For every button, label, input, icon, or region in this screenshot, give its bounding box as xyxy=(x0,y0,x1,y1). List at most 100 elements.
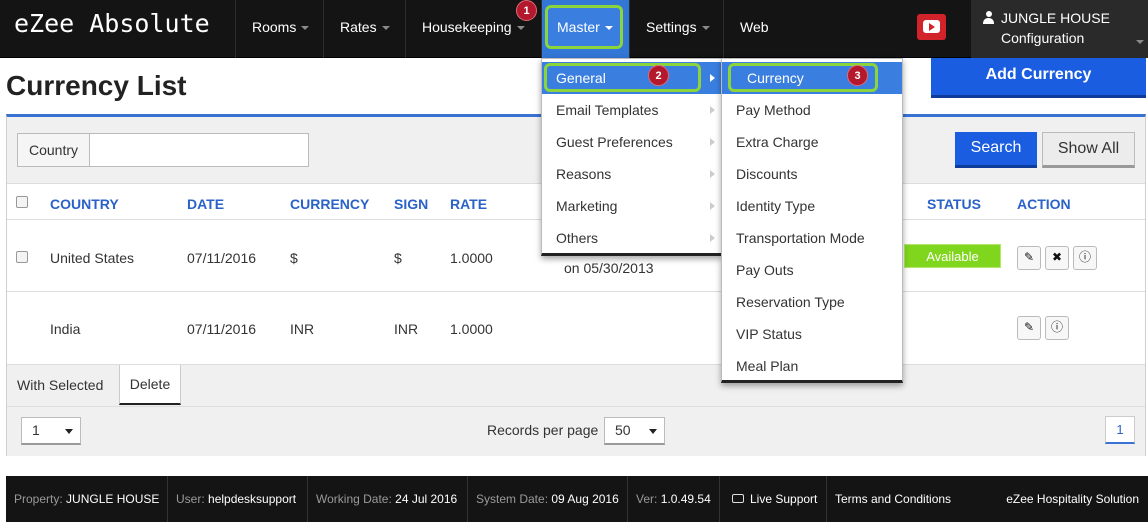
status-working-date: Working Date: 24 Jul 2016 xyxy=(308,476,468,522)
chevron-right-icon xyxy=(710,202,715,210)
col-sign[interactable]: SIGN xyxy=(394,196,428,212)
menu-item-discounts[interactable]: Discounts xyxy=(722,158,902,190)
col-country[interactable]: COUNTRY xyxy=(50,196,119,212)
nav-web-label: Web xyxy=(740,19,769,35)
chevron-down-icon xyxy=(65,429,73,434)
status-system-label: System Date: xyxy=(476,492,549,506)
cell-rate: 1.0000 xyxy=(450,321,493,337)
step-marker-1: 1 xyxy=(516,0,537,21)
nav-rooms[interactable]: Rooms xyxy=(235,0,323,58)
cell-currency: INR xyxy=(290,321,315,337)
nav-housekeeping-label: Housekeeping xyxy=(422,19,512,35)
info-icon[interactable]: ⓘ xyxy=(1073,246,1097,270)
cell-date: 07/11/2016 xyxy=(187,250,257,266)
cell-date: 07/11/2016 xyxy=(187,321,257,337)
status-property: Property: JUNGLE HOUSE xyxy=(6,476,168,522)
nav-web[interactable]: Web xyxy=(723,0,798,58)
show-all-button[interactable]: Show All xyxy=(1042,132,1135,168)
app-logo[interactable]: eZee Absolute xyxy=(14,9,210,38)
chevron-down-icon xyxy=(1136,40,1144,44)
col-action: ACTION xyxy=(1017,196,1071,212)
col-rate[interactable]: RATE xyxy=(450,196,487,212)
menu-item-others[interactable]: Others xyxy=(542,222,721,254)
cell-rate: 1.0000 xyxy=(450,250,493,266)
chevron-right-icon xyxy=(710,74,715,82)
user-name: JUNGLE HOUSE xyxy=(1001,10,1110,26)
menu-item-guest-preferences[interactable]: Guest Preferences xyxy=(542,126,721,158)
delete-button[interactable]: Delete xyxy=(119,365,181,405)
chevron-right-icon xyxy=(710,138,715,146)
chevron-right-icon xyxy=(710,170,715,178)
status-user-value: helpdesksupport xyxy=(208,492,297,506)
table-row: India 07/11/2016 INR INR 1.0000 ✎ ⓘ xyxy=(7,293,1145,365)
bulk-actions: With Selected Delete xyxy=(7,365,1145,407)
cell-currency: $ xyxy=(290,250,298,266)
chevron-right-icon xyxy=(710,234,715,242)
step-marker-3: 3 xyxy=(847,65,868,86)
menu-item-label: Marketing xyxy=(556,198,618,214)
cell-country: India xyxy=(50,321,81,337)
menu-item-extra-charge[interactable]: Extra Charge xyxy=(722,126,902,158)
records-per-page-select[interactable]: 50 xyxy=(604,417,665,445)
row-checkbox[interactable] xyxy=(16,251,28,263)
close-icon[interactable]: ✖ xyxy=(1045,246,1069,270)
col-date[interactable]: DATE xyxy=(187,196,224,212)
general-highlight xyxy=(544,63,701,92)
country-filter: Country xyxy=(17,133,309,167)
nav-master[interactable]: Master xyxy=(545,5,623,49)
status-working-label: Working Date: xyxy=(316,492,392,506)
nav-rooms-label: Rooms xyxy=(252,19,297,35)
cell-sign: $ xyxy=(394,250,402,266)
user-menu[interactable]: JUNGLE HOUSE Configuration xyxy=(971,0,1148,58)
status-property-value: JUNGLE HOUSE xyxy=(66,492,160,506)
col-status: STATUS xyxy=(927,196,981,212)
menu-item-vip-status[interactable]: VIP Status xyxy=(722,318,902,350)
menu-item-label: Reasons xyxy=(556,166,612,182)
menu-item-reasons[interactable]: Reasons xyxy=(542,158,721,190)
info-icon[interactable]: ⓘ xyxy=(1045,316,1069,340)
menu-item-identity-type[interactable]: Identity Type xyxy=(722,190,902,222)
brand-footer: eZee Hospitality Solution xyxy=(997,476,1147,522)
records-per-page-value: 50 xyxy=(615,422,631,438)
terms-label: Terms and Conditions xyxy=(835,492,952,506)
page-select[interactable]: 1 xyxy=(21,417,81,445)
menu-item-pay-method[interactable]: Pay Method xyxy=(722,94,902,126)
youtube-icon[interactable] xyxy=(917,14,946,40)
chevron-down-icon xyxy=(649,429,657,434)
terms-link[interactable]: Terms and Conditions xyxy=(827,476,997,522)
cell-note: on 05/30/2013 xyxy=(564,260,654,276)
menu-item-label: Guest Preferences xyxy=(556,134,673,150)
search-button[interactable]: Search xyxy=(955,132,1037,168)
status-version-label: Ver: xyxy=(636,492,658,506)
menu-item-pay-outs[interactable]: Pay Outs xyxy=(722,254,902,286)
add-currency-button[interactable]: Add Currency xyxy=(931,58,1146,98)
user-subtitle: Configuration xyxy=(1001,30,1085,46)
menu-item-meal-plan[interactable]: Meal Plan xyxy=(722,350,902,382)
menu-item-email-templates[interactable]: Email Templates xyxy=(542,94,721,126)
nav-settings[interactable]: Settings xyxy=(629,0,723,58)
col-currency[interactable]: CURRENCY xyxy=(290,196,369,212)
menu-item-transportation-mode[interactable]: Transportation Mode xyxy=(722,222,902,254)
menu-item-reservation-type[interactable]: Reservation Type xyxy=(722,286,902,318)
page-title: Currency List xyxy=(6,70,187,101)
brand-footer-label: eZee Hospitality Solution xyxy=(1006,492,1139,506)
status-version: Ver: 1.0.49.54 xyxy=(628,476,720,522)
status-working-value: 24 Jul 2016 xyxy=(395,492,458,506)
nav-rates[interactable]: Rates xyxy=(323,0,405,58)
page-select-value: 1 xyxy=(32,422,40,438)
live-support-label: Live Support xyxy=(750,492,818,506)
pencil-icon[interactable]: ✎ xyxy=(1017,316,1041,340)
general-submenu: Currency Pay Method Extra Charge Discoun… xyxy=(721,58,903,383)
status-system-value: 09 Aug 2016 xyxy=(551,492,619,506)
menu-item-marketing[interactable]: Marketing xyxy=(542,190,721,222)
country-input[interactable] xyxy=(91,134,308,166)
pencil-icon[interactable]: ✎ xyxy=(1017,246,1041,270)
status-badge: Available xyxy=(904,244,1001,268)
nav-master-label: Master xyxy=(557,19,600,35)
live-support-link[interactable]: Live Support xyxy=(720,476,827,522)
pagination-bar: 1 Records per page 50 1 xyxy=(7,407,1145,456)
select-all-checkbox[interactable] xyxy=(16,196,28,208)
status-system-date: System Date: 09 Aug 2016 xyxy=(468,476,628,522)
page-number-button[interactable]: 1 xyxy=(1105,416,1135,444)
nav-rates-label: Rates xyxy=(340,19,377,35)
